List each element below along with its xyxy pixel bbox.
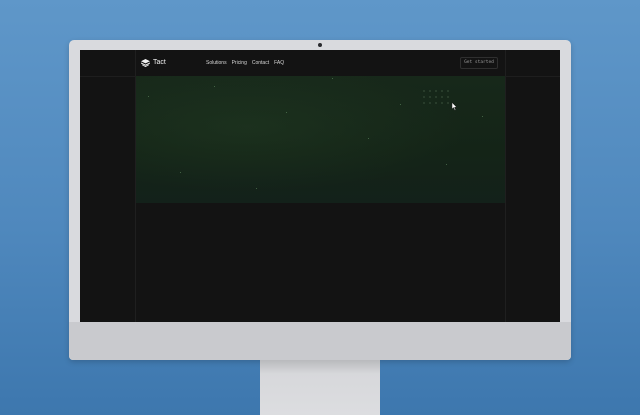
site-logo[interactable]: Tact	[141, 59, 166, 67]
nav-link-pricing[interactable]: Pricing	[232, 60, 247, 66]
monitor-chin	[69, 322, 571, 360]
monitor-stand	[260, 360, 380, 415]
hero-section	[136, 76, 505, 203]
dot-grid-decoration	[423, 90, 449, 104]
layers-icon	[141, 59, 150, 67]
logo-text: Tact	[153, 59, 166, 66]
website-screen: Tact Solutions Pricing Contact FAQ Get s…	[80, 50, 560, 322]
hero-speck	[368, 138, 369, 139]
nav-link-faq[interactable]: FAQ	[274, 60, 284, 66]
hero-speck	[286, 112, 287, 113]
nav-link-solutions[interactable]: Solutions	[206, 60, 227, 66]
hero-speck	[256, 188, 257, 189]
nav-link-contact[interactable]: Contact	[252, 60, 269, 66]
hero-speck	[332, 78, 333, 79]
hero-speck	[148, 96, 149, 97]
hero-speck	[214, 86, 215, 87]
hero-speck	[482, 116, 483, 117]
get-started-button[interactable]: Get started	[460, 57, 498, 69]
nav-links: Solutions Pricing Contact FAQ	[206, 60, 284, 66]
grid-line-right	[505, 50, 506, 322]
camera-icon	[318, 43, 322, 47]
hero-speck	[446, 164, 447, 165]
hero-speck	[180, 172, 181, 173]
site-navbar: Tact Solutions Pricing Contact FAQ Get s…	[80, 50, 560, 77]
hero-speck	[400, 104, 401, 105]
pointer-icon	[451, 102, 457, 111]
